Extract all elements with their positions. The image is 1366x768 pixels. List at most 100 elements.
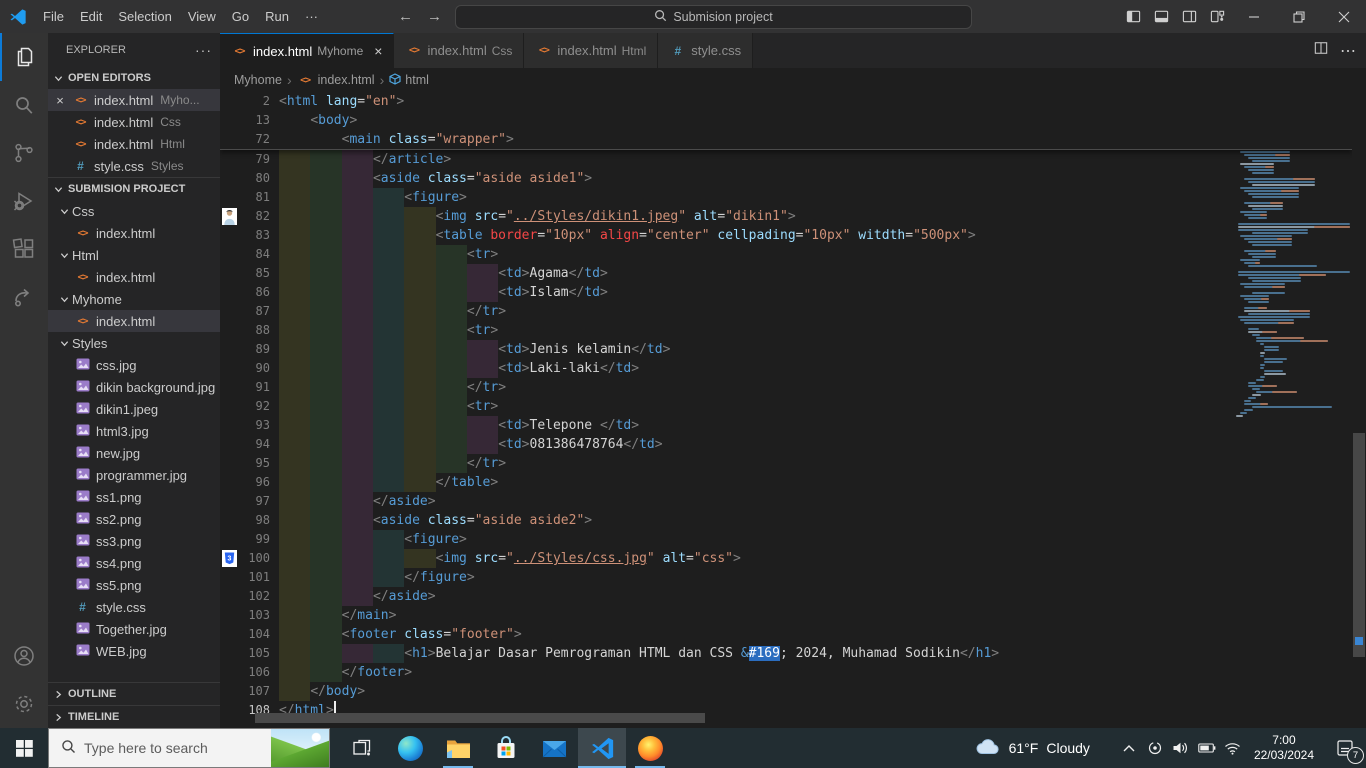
tree-file[interactable]: ss1.png	[48, 486, 220, 508]
code-line[interactable]: 96 </table>	[220, 473, 1352, 492]
line-number[interactable]: 80	[240, 169, 279, 188]
extensions-icon[interactable]	[0, 225, 48, 273]
toggle-panel-icon[interactable]	[1147, 0, 1175, 33]
code-line[interactable]: 3 100 <img src="../Styles/css.jpg" alt="c…	[220, 549, 1352, 568]
menu-file[interactable]: File	[35, 6, 72, 28]
tree-file[interactable]: <> index.html	[48, 310, 220, 332]
speaker-icon[interactable]	[1168, 728, 1194, 768]
line-number[interactable]: 89	[240, 340, 279, 359]
line-number[interactable]: 84	[240, 245, 279, 264]
minimap[interactable]	[1232, 92, 1352, 728]
code-line[interactable]: 81 <figure>	[220, 188, 1352, 207]
vscode-taskbar-icon[interactable]	[578, 728, 626, 768]
settings-gear-icon[interactable]	[0, 680, 48, 728]
split-editor-icon[interactable]	[1314, 41, 1328, 60]
files-icon[interactable]	[0, 33, 48, 81]
code-line[interactable]: 95 </tr>	[220, 454, 1352, 473]
search-icon[interactable]	[0, 81, 48, 129]
code-line[interactable]: 106 </footer>	[220, 663, 1352, 682]
more-actions-icon[interactable]: ⋯	[1340, 41, 1356, 61]
code-line[interactable]: 107 </body>	[220, 682, 1352, 701]
back-arrow-icon[interactable]: ←	[398, 8, 413, 25]
scrollbar-thumb[interactable]	[1353, 433, 1365, 657]
task-view-taskbar-icon[interactable]	[338, 728, 386, 768]
code-line[interactable]: 91 </tr>	[220, 378, 1352, 397]
code-line[interactable]: 84 <tr>	[220, 245, 1352, 264]
line-number[interactable]: 103	[240, 606, 279, 625]
code-line[interactable]: 87 </tr>	[220, 302, 1352, 321]
tree-file[interactable]: programmer.jpg	[48, 464, 220, 486]
timeline-section-header[interactable]: TIMELINE	[48, 705, 220, 728]
code-line[interactable]: 13 <body>	[220, 111, 1352, 130]
tree-file[interactable]: ss4.png	[48, 552, 220, 574]
code-line[interactable]: 80 <aside class="aside aside1">	[220, 169, 1352, 188]
start-button[interactable]	[0, 728, 48, 768]
tree-file[interactable]: ss5.png	[48, 574, 220, 596]
line-number[interactable]: 85	[240, 264, 279, 283]
tree-file[interactable]: new.jpg	[48, 442, 220, 464]
breadcrumb-item[interactable]: <> index.html	[297, 73, 375, 87]
command-center[interactable]: Submision project	[455, 5, 972, 29]
line-number[interactable]: 82	[240, 207, 279, 226]
code-line[interactable]: 90 <td>Laki-laki</td>	[220, 359, 1352, 378]
forward-arrow-icon[interactable]: →	[427, 8, 442, 25]
tab-index.html-Css[interactable]: <> index.html Css	[394, 33, 525, 68]
tree-file[interactable]: # style.css	[48, 596, 220, 618]
wifi-icon[interactable]	[1220, 728, 1246, 768]
line-number[interactable]: 96	[240, 473, 279, 492]
source-control-icon[interactable]	[0, 129, 48, 177]
tree-folder[interactable]: Styles	[48, 332, 220, 354]
code-line[interactable]: 105 <h1>Belajar Dasar Pemrograman HTML d…	[220, 644, 1352, 663]
open-editor-item[interactable]: × <> index.html Myho...	[48, 89, 220, 111]
line-number[interactable]: 90	[240, 359, 279, 378]
code-line[interactable]: 88 <tr>	[220, 321, 1352, 340]
tab-index.html-Html[interactable]: <> index.html Html	[524, 33, 659, 68]
tree-file[interactable]: ss3.png	[48, 530, 220, 552]
search-highlight-image[interactable]	[271, 729, 329, 767]
code-line[interactable]: 102 </aside>	[220, 587, 1352, 606]
breadcrumb-item[interactable]: Myhome	[234, 73, 282, 87]
battery-icon[interactable]	[1194, 728, 1220, 768]
line-number[interactable]: 95	[240, 454, 279, 473]
taskbar-clock[interactable]: 7:00 22/03/2024	[1254, 733, 1314, 763]
line-number[interactable]: 102	[240, 587, 279, 606]
code-line[interactable]: 85 <td>Agama</td>	[220, 264, 1352, 283]
line-number[interactable]: 106	[240, 663, 279, 682]
customize-layout-icon[interactable]	[1203, 0, 1231, 33]
line-number[interactable]: 94	[240, 435, 279, 454]
line-number[interactable]: 79	[240, 150, 279, 169]
horizontal-scrollbar[interactable]	[255, 713, 705, 723]
toggle-sidebar-icon[interactable]	[1119, 0, 1147, 33]
tray-app-icon[interactable]	[1142, 728, 1168, 768]
action-center-button[interactable]: 7	[1324, 728, 1366, 768]
open-editor-item[interactable]: # style.css Styles	[48, 155, 220, 177]
line-number[interactable]: 104	[240, 625, 279, 644]
mail-taskbar-icon[interactable]	[530, 728, 578, 768]
line-number[interactable]: 81	[240, 188, 279, 207]
code-line[interactable]: 97 </aside>	[220, 492, 1352, 511]
taskbar-weather[interactable]: 61°F Cloudy	[975, 738, 1090, 758]
firefox-taskbar-icon[interactable]	[626, 728, 674, 768]
tree-folder[interactable]: Myhome	[48, 288, 220, 310]
close-editor-icon[interactable]: ×	[48, 93, 72, 108]
project-section-header[interactable]: SUBMISION PROJECT	[48, 177, 220, 200]
remote-icon[interactable]	[0, 273, 48, 321]
tree-folder[interactable]: Html	[48, 244, 220, 266]
line-number[interactable]: 97	[240, 492, 279, 511]
close-tab-icon[interactable]: ×	[374, 43, 382, 59]
code-line[interactable]: 94 <td>081386478764</td>	[220, 435, 1352, 454]
line-number[interactable]: 86	[240, 283, 279, 302]
open-editors-header[interactable]: OPEN EDITORS	[48, 67, 220, 89]
line-number[interactable]: 87	[240, 302, 279, 321]
tree-file[interactable]: css.jpg	[48, 354, 220, 376]
code-line[interactable]: 82 <img src="../Styles/dikin1.jpeg" alt=…	[220, 207, 1352, 226]
account-icon[interactable]	[0, 632, 48, 680]
code-line[interactable]: 103 </main>	[220, 606, 1352, 625]
line-number[interactable]: 99	[240, 530, 279, 549]
code-line[interactable]: 89 <td>Jenis kelamin</td>	[220, 340, 1352, 359]
line-number[interactable]: 101	[240, 568, 279, 587]
line-number[interactable]: 93	[240, 416, 279, 435]
menu-go[interactable]: Go	[224, 6, 257, 28]
minimize-button[interactable]	[1231, 0, 1276, 33]
breadcrumb-item[interactable]: html	[389, 72, 429, 88]
